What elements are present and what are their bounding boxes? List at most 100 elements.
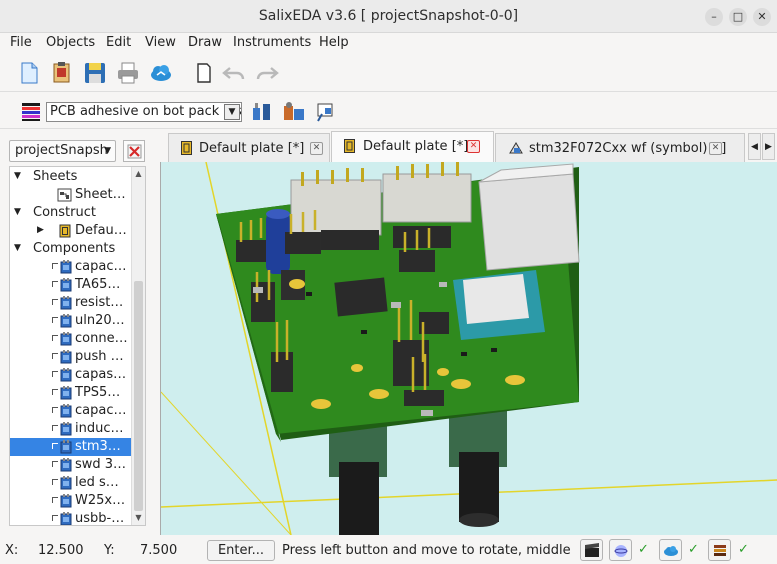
page-icon[interactable]	[191, 60, 217, 86]
pcb-3d-render[interactable]	[161, 162, 777, 535]
tree-scrollbar[interactable]: ▲ ▼	[131, 167, 145, 525]
tree-item-component[interactable]: led s…	[10, 474, 131, 492]
tree-item-component[interactable]: swd 3…	[10, 456, 131, 474]
cloud-status-button[interactable]	[659, 539, 682, 561]
tree-item-component[interactable]: conne…	[10, 330, 131, 348]
tree-item-component[interactable]: W25x…	[10, 492, 131, 510]
tree-item-label: stm3…	[75, 439, 121, 454]
tree-item-component[interactable]: capac…	[10, 402, 131, 420]
sync-button[interactable]	[609, 539, 632, 561]
tree-item-component[interactable]: capas…	[10, 366, 131, 384]
enter-coords-button[interactable]: Enter...	[207, 540, 275, 561]
tab-default-plate-2[interactable]: Default plate [*] ✕	[331, 131, 494, 162]
tab-default-plate-1[interactable]: Default plate [*] ✕	[168, 133, 330, 162]
tree-item-label: TA65…	[75, 277, 121, 292]
tree-item-label: Defau…	[75, 223, 127, 238]
tree-item-component[interactable]: capac…	[10, 258, 131, 276]
tree-item-component[interactable]: resist…	[10, 294, 131, 312]
close-window-button[interactable]: ✕	[753, 8, 771, 26]
open-icon[interactable]	[49, 60, 75, 86]
cloud-icon[interactable]	[148, 60, 174, 86]
tree-node-construct[interactable]: ▼ Construct	[10, 204, 131, 222]
menu-objects[interactable]: Objects	[46, 35, 95, 50]
plate-icon	[59, 224, 71, 238]
tree-item-component[interactable]: induc…	[10, 420, 131, 438]
tree-node-label: Construct	[33, 205, 96, 220]
movie-button[interactable]	[580, 539, 603, 561]
close-icon[interactable]: ✕	[467, 140, 480, 153]
pin-link-icon	[52, 263, 58, 269]
components-icon[interactable]	[250, 100, 274, 124]
tree-item-component[interactable]: TA65…	[10, 276, 131, 294]
maximize-button[interactable]: □	[729, 8, 747, 26]
tab-label: Default plate [*]	[363, 139, 469, 154]
chevron-right-icon[interactable]: ▶	[37, 225, 47, 235]
close-icon[interactable]: ✕	[709, 142, 722, 155]
pin-link-icon	[52, 389, 58, 395]
tree-item-component[interactable]: stm3…	[10, 438, 131, 456]
project-select[interactable]: projectSnapsh ▼	[9, 140, 116, 162]
undo-icon[interactable]	[221, 60, 247, 86]
redo-icon[interactable]	[254, 60, 280, 86]
tree-item-component[interactable]: uln20…	[10, 312, 131, 330]
tree-item-label: led s…	[75, 475, 119, 490]
menu-view[interactable]: View	[145, 35, 176, 50]
new-file-icon[interactable]	[16, 60, 42, 86]
symbol-icon	[509, 142, 523, 154]
tree-item-construct[interactable]: ▶ Defau…	[10, 222, 131, 240]
plate-icon	[344, 139, 355, 153]
window-title: SalixEDA v3.6 [ projectSnapshot-0-0]	[258, 8, 519, 24]
component-icon	[60, 440, 72, 454]
scroll-up-icon[interactable]: ▲	[132, 167, 145, 181]
pin-link-icon	[52, 317, 58, 323]
tree-node-label: Components	[33, 241, 116, 256]
tree-item-label: induc…	[75, 421, 124, 436]
tree-item-label: swd 3…	[75, 457, 127, 472]
layer-select-value: PCB adhesive on bot pack last	[50, 104, 242, 119]
check-icon: ✓	[688, 542, 699, 557]
close-icon[interactable]: ✕	[310, 142, 323, 155]
chevron-down-icon[interactable]: ▼	[14, 243, 24, 253]
library-icon[interactable]	[282, 100, 306, 124]
tab-scroll-right-icon[interactable]: ▶	[762, 133, 775, 160]
library-status-button[interactable]	[708, 539, 731, 561]
pin-link-icon	[52, 425, 58, 431]
menu-edit[interactable]: Edit	[106, 35, 131, 50]
tree-item-sheet[interactable]: Sheet…	[10, 186, 131, 204]
tab-scroll-left-icon[interactable]: ◀	[748, 133, 761, 160]
menu-help[interactable]: Help	[319, 35, 349, 50]
tree-item-component[interactable]: TPS5…	[10, 384, 131, 402]
scroll-down-icon[interactable]: ▼	[132, 511, 145, 525]
x-coord-label: X:	[5, 543, 19, 558]
chevron-down-icon[interactable]: ▼	[14, 207, 24, 217]
project-select-value: projectSnapsh	[15, 143, 108, 158]
tree-node-sheets[interactable]: ▼ Sheets	[10, 168, 131, 186]
pcb-3d-viewport[interactable]	[160, 162, 777, 535]
chevron-down-icon: ▼	[104, 146, 111, 156]
x-coord-value: 12.500	[38, 543, 84, 558]
tree-item-component[interactable]: usbb-…	[10, 510, 131, 525]
minimize-button[interactable]: –	[705, 8, 723, 26]
pin-link-icon	[52, 335, 58, 341]
tab-stm32-symbol[interactable]: stm32F072Cxx wf (symbol) [-] ✕	[495, 133, 745, 162]
layer-select[interactable]: PCB adhesive on bot pack last ▼	[46, 102, 242, 122]
pin-icon[interactable]	[314, 100, 338, 124]
title-bar: SalixEDA v3.6 [ projectSnapshot-0-0] – □…	[0, 0, 777, 33]
print-icon[interactable]	[115, 60, 141, 86]
menu-instruments[interactable]: Instruments	[233, 35, 311, 50]
component-icon	[60, 476, 72, 490]
layer-color-icon[interactable]	[20, 101, 42, 123]
menu-file[interactable]: File	[10, 35, 32, 50]
tree-item-component[interactable]: push …	[10, 348, 131, 366]
save-icon[interactable]	[82, 60, 108, 86]
chevron-down-icon[interactable]: ▼	[224, 104, 240, 120]
component-icon	[60, 368, 72, 382]
tree-node-components[interactable]: ▼ Components	[10, 240, 131, 258]
menu-draw[interactable]: Draw	[188, 35, 222, 50]
scrollbar-thumb[interactable]	[134, 281, 143, 511]
project-tree[interactable]: ▼ Sheets Sheet… ▼ Construct ▶ Defau… ▼ C…	[9, 166, 146, 526]
component-icon	[60, 512, 72, 525]
pin-link-icon	[52, 479, 58, 485]
close-project-button[interactable]	[123, 140, 145, 162]
chevron-down-icon[interactable]: ▼	[14, 171, 24, 181]
